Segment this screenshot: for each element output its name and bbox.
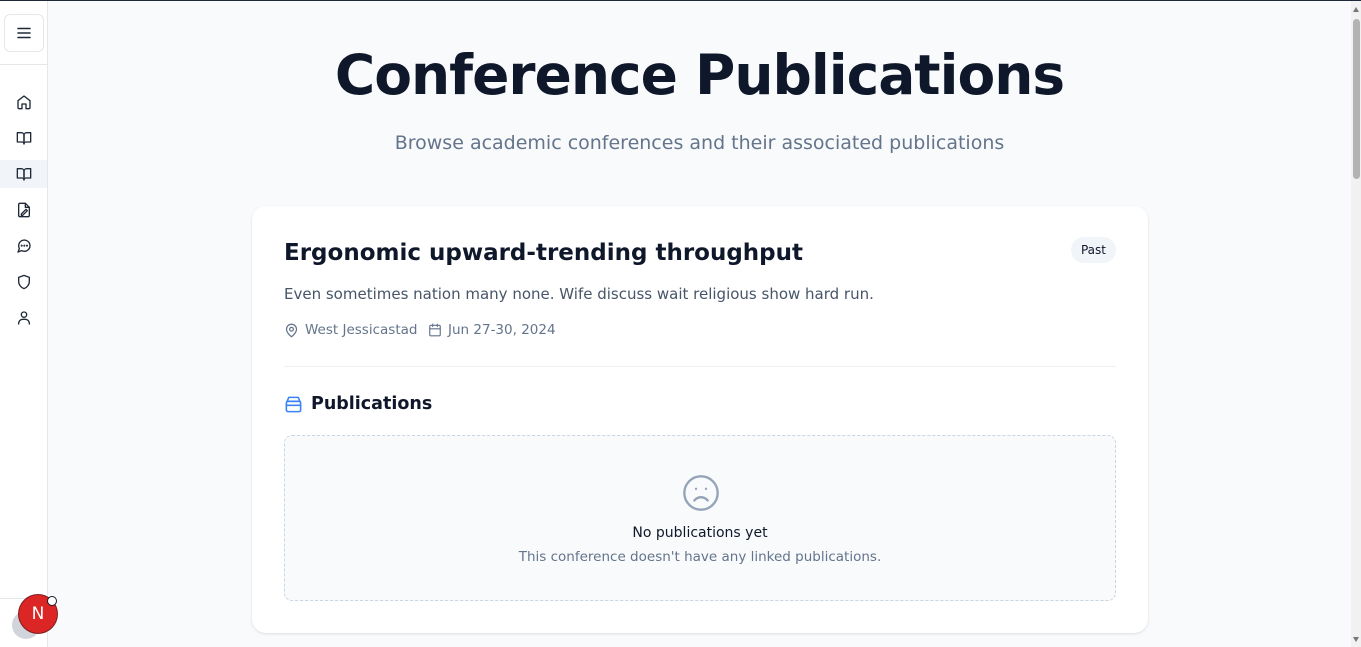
chat-icon <box>16 239 31 253</box>
conference-dates: Jun 27-30, 2024 <box>428 322 556 338</box>
scroll-thumb[interactable] <box>1353 19 1360 179</box>
sidebar-item-messages[interactable] <box>0 232 47 260</box>
status-badge: Past <box>1070 237 1116 263</box>
archive-icon <box>285 396 302 412</box>
sidebar-item-security[interactable] <box>0 268 47 296</box>
publications-heading-text: Publications <box>311 394 433 414</box>
shield-icon <box>17 274 30 290</box>
sidebar-item-conferences[interactable] <box>0 160 47 188</box>
frown-icon <box>683 475 719 511</box>
conference-title: Ergonomic upward-trending throughput <box>284 240 804 266</box>
conference-location: West Jessicastad <box>284 322 417 338</box>
book-open-icon <box>16 132 31 145</box>
scrollbar[interactable] <box>1351 1 1361 647</box>
sidebar-item-home[interactable] <box>0 88 47 116</box>
conference-description: Even sometimes nation many none. Wife di… <box>284 285 874 303</box>
conference-card: Ergonomic upward-trending throughput Pas… <box>252 206 1148 633</box>
page-subtitle: Browse academic conferences and their as… <box>394 132 1005 154</box>
empty-state-title: No publications yet <box>632 525 768 541</box>
scroll-up-arrow[interactable] <box>1353 7 1359 12</box>
user-icon <box>17 311 30 325</box>
page-title: Conference Publications <box>334 43 1065 107</box>
map-pin-icon <box>285 323 298 337</box>
book-open-icon <box>16 168 31 181</box>
sidebar-item-papers[interactable] <box>0 196 47 224</box>
sidebar <box>0 1 48 647</box>
publications-heading: Publications <box>284 394 432 414</box>
location-text: West Jessicastad <box>305 322 418 338</box>
scroll-down-arrow[interactable] <box>1353 637 1359 642</box>
main-content: Conference Publications Browse academic … <box>48 1 1351 647</box>
empty-state-description: This conference doesn't have any linked … <box>518 549 882 565</box>
sidebar-divider <box>0 64 47 65</box>
sidebar-item-profile[interactable] <box>0 304 47 332</box>
file-edit-icon <box>17 202 30 218</box>
calendar-icon <box>429 323 441 337</box>
menu-toggle-button[interactable] <box>4 14 44 52</box>
sidebar-item-book[interactable] <box>0 124 47 152</box>
hamburger-icon <box>17 27 31 39</box>
dates-text: Jun 27-30, 2024 <box>448 322 556 338</box>
card-divider <box>284 366 1116 367</box>
home-icon <box>16 95 31 110</box>
empty-state: No publications yet This conference does… <box>284 435 1116 601</box>
